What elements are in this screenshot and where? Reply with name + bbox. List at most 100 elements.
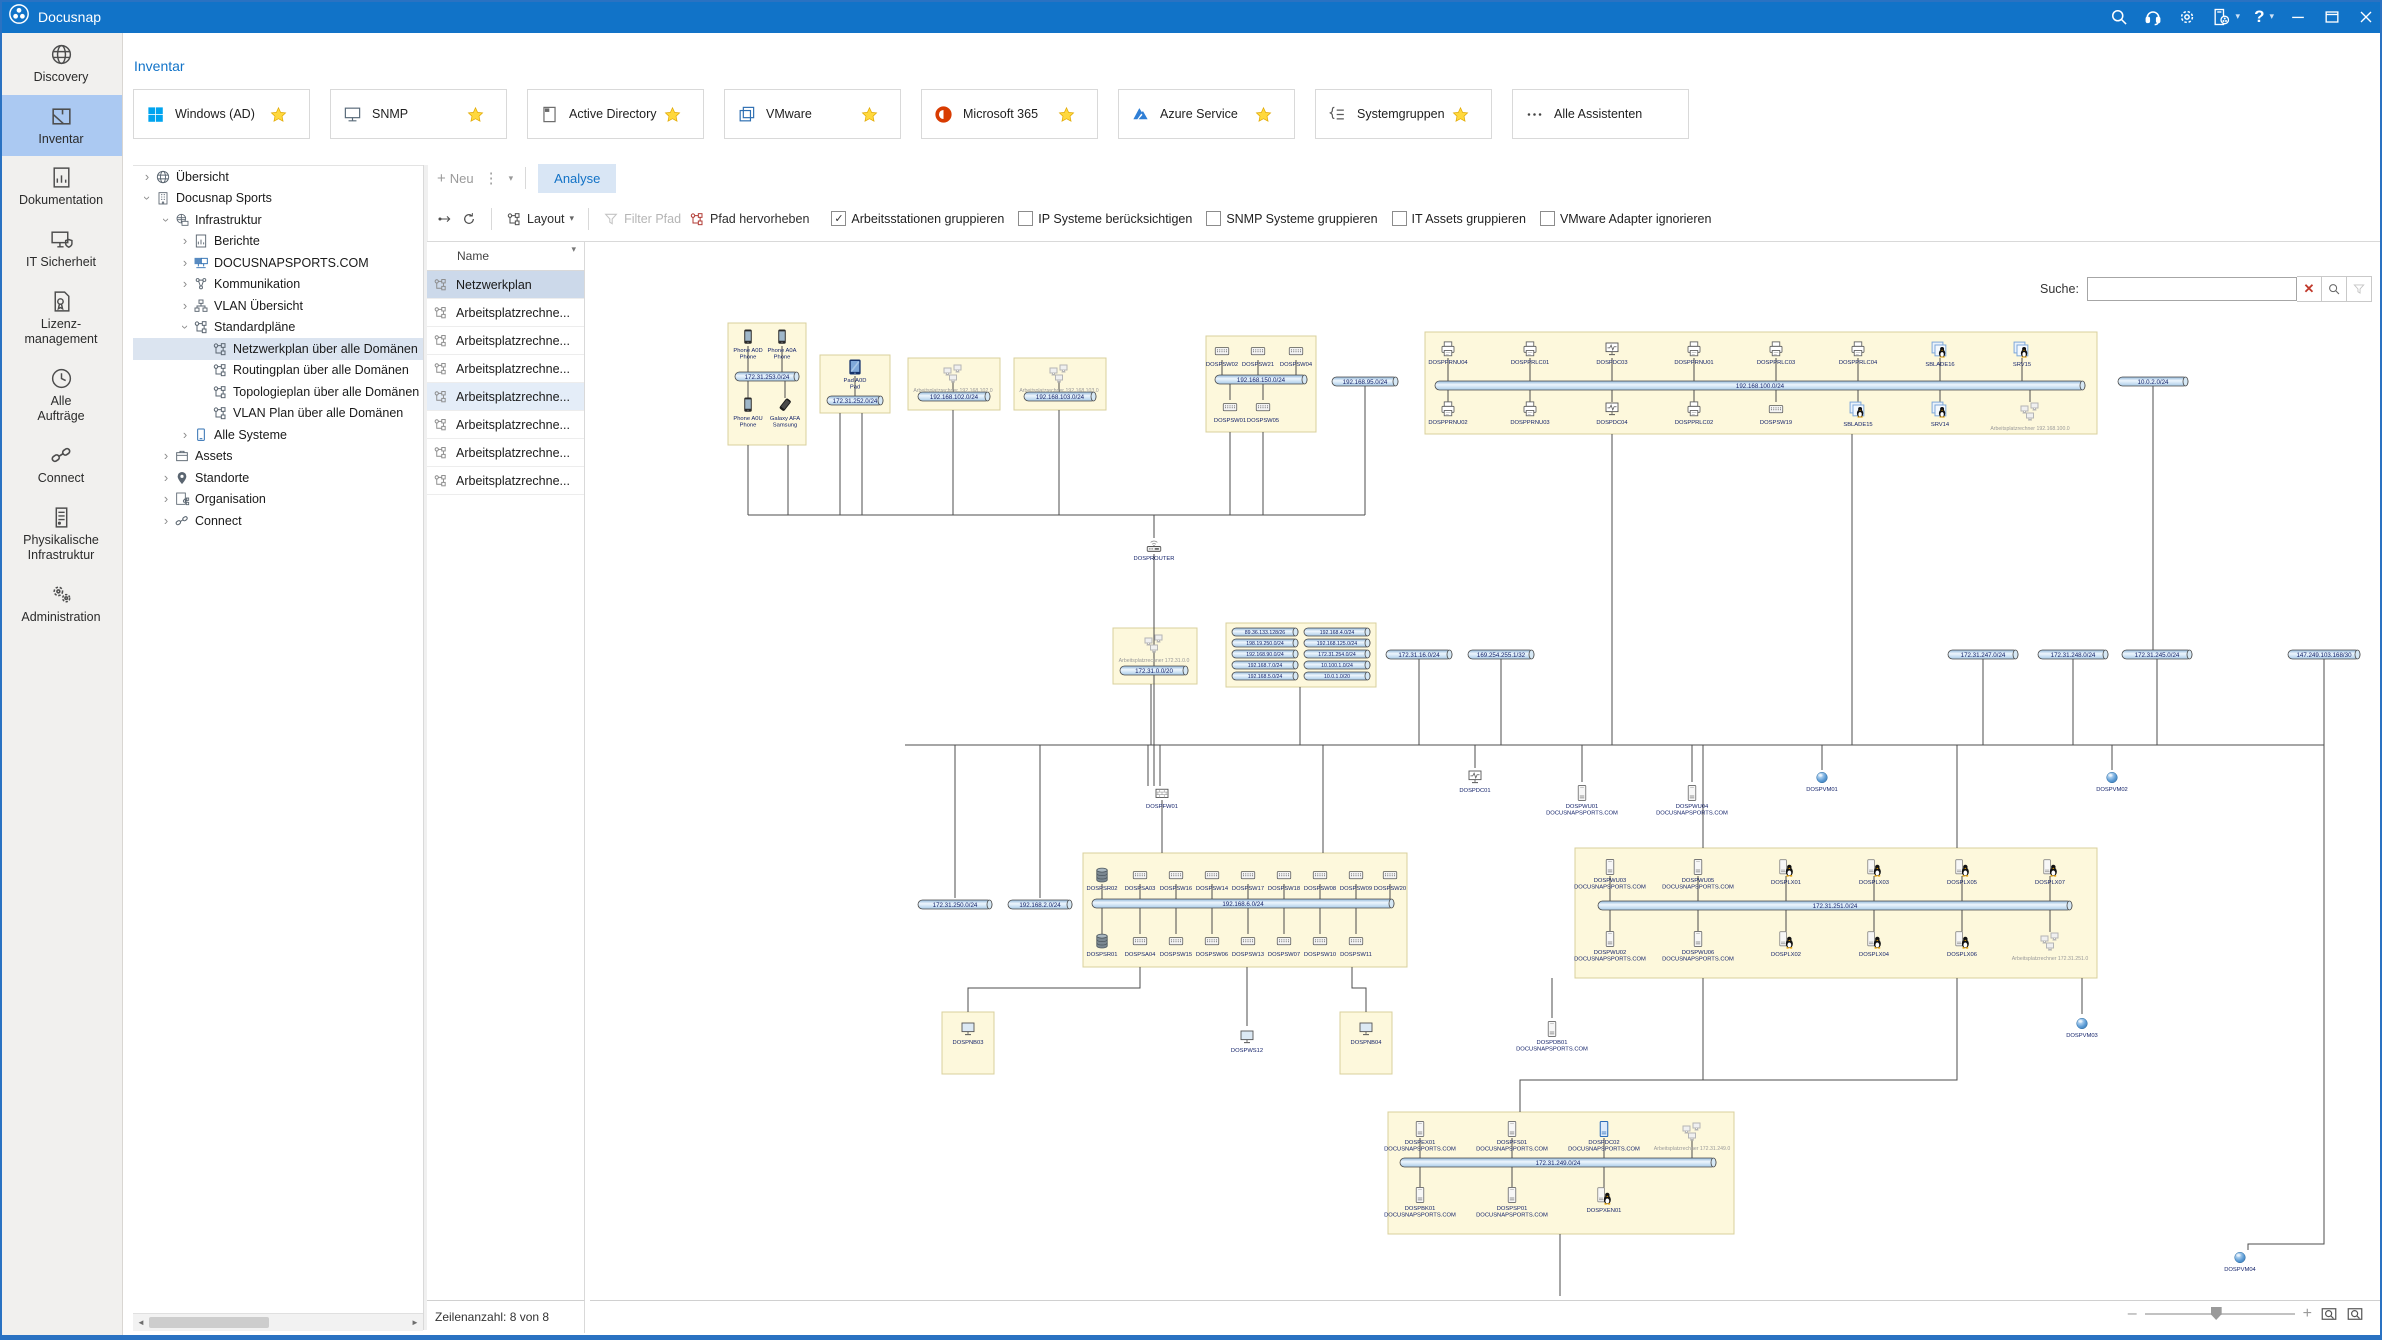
- tree-item-bersicht[interactable]: ›Übersicht: [133, 166, 423, 188]
- favorite-star-icon[interactable]: [1255, 106, 1272, 123]
- tree-item-alle-systeme[interactable]: ›Alle Systeme: [133, 424, 423, 446]
- diagram-node-dospfw01[interactable]: DOSPFW01: [1146, 789, 1178, 810]
- favorite-star-icon[interactable]: [270, 106, 287, 123]
- tree-expander-icon[interactable]: ›: [179, 258, 191, 268]
- tree-horizontal-scrollbar[interactable]: ◄ ►: [133, 1313, 423, 1331]
- wizard-vmware[interactable]: VMware: [724, 89, 901, 139]
- tree-item-infrastruktur[interactable]: ›Infrastruktur: [133, 209, 423, 231]
- pfad-hervorheben-button[interactable]: Pfad hervorheben: [689, 211, 809, 227]
- favorite-star-icon[interactable]: [1058, 106, 1075, 123]
- checkbox-snmp-systeme-gruppieren[interactable]: SNMP Systeme gruppieren: [1206, 211, 1377, 226]
- network-bus[interactable]: 192.168.4.0/24: [1304, 628, 1370, 636]
- diagram-canvas[interactable]: Suche: ✕ 172.31.253.0/24172.31.252.0/241…: [590, 242, 2382, 1300]
- wizard-active-directory[interactable]: Active Directory: [527, 89, 704, 139]
- favorite-star-icon[interactable]: [861, 106, 878, 123]
- network-bus[interactable]: 172.31.249.0/24: [1400, 1158, 1716, 1167]
- sidebar-item-alle-auftr-ge[interactable]: AlleAufträge: [0, 357, 122, 434]
- tree-expander-icon[interactable]: ›: [160, 473, 172, 483]
- map-arrow-button[interactable]: [437, 211, 453, 227]
- breadcrumb[interactable]: Inventar: [134, 58, 185, 74]
- sidebar-item-administration[interactable]: Administration: [0, 573, 122, 635]
- sidebar-item-connect[interactable]: Connect: [0, 434, 122, 496]
- list-row-arbeitsplatzrechne[interactable]: Arbeitsplatzrechne...: [427, 467, 584, 495]
- network-bus[interactable]: 192.168.90.0/24: [1232, 650, 1298, 658]
- tree-expander-icon[interactable]: ›: [160, 516, 172, 526]
- diagram-node-dospvm02[interactable]: DOSPVM02: [2096, 772, 2128, 793]
- diagram-node-dosprouter[interactable]: DOSPROUTER: [1134, 541, 1175, 562]
- list-row-arbeitsplatzrechne[interactable]: Arbeitsplatzrechne...: [427, 383, 584, 411]
- network-bus[interactable]: 10.0.1.0/20: [1304, 672, 1370, 680]
- network-bus[interactable]: 172.31.16.0/24: [1386, 650, 1452, 659]
- tree-expander-icon[interactable]: ›: [180, 321, 190, 333]
- diagram-node-dospws12[interactable]: DOSPWS12: [1231, 1031, 1263, 1054]
- favorite-star-icon[interactable]: [1452, 106, 1469, 123]
- zoom-in-button[interactable]: +: [2303, 1305, 2312, 1323]
- tree-item-vlan-plan-ber-alle-dom-nen[interactable]: VLAN Plan über alle Domänen: [133, 403, 423, 425]
- checkbox-arbeitsstationen-gruppieren[interactable]: ✓Arbeitsstationen gruppieren: [831, 211, 1004, 226]
- search-input[interactable]: [2087, 277, 2297, 301]
- network-bus[interactable]: 172.31.0.0/20: [1120, 666, 1188, 675]
- zoom-slider-thumb[interactable]: [2211, 1307, 2222, 1320]
- tree-expander-icon[interactable]: ›: [160, 451, 172, 461]
- tree-item-docusnap-sports[interactable]: ›Docusnap Sports: [133, 188, 423, 210]
- refresh-button[interactable]: [461, 211, 477, 227]
- network-bus[interactable]: 192.168.125.0/24: [1304, 639, 1370, 647]
- diagram-node-dospvm03[interactable]: DOSPVM03: [2066, 1018, 2098, 1039]
- network-bus[interactable]: 192.168.6.0/24: [1092, 899, 1394, 908]
- run-search-button[interactable]: [2322, 276, 2347, 302]
- list-row-arbeitsplatzrechne[interactable]: Arbeitsplatzrechne...: [427, 355, 584, 383]
- more-options-icon[interactable]: ⋮: [480, 169, 503, 187]
- list-row-arbeitsplatzrechne[interactable]: Arbeitsplatzrechne...: [427, 411, 584, 439]
- tree-expander-icon[interactable]: ›: [160, 494, 172, 504]
- column-filter-icon[interactable]: ▾: [571, 244, 576, 255]
- network-bus[interactable]: 192.168.7.0/24: [1232, 661, 1298, 669]
- network-bus[interactable]: 89.36.133.128/26: [1232, 628, 1298, 636]
- diagram-node-dospwu01[interactable]: DOSPWU01DOCUSNAPSPORTS.COM: [1546, 786, 1618, 817]
- network-bus[interactable]: 172.31.248.0/24: [2038, 650, 2108, 659]
- docusnap-client-icon[interactable]: [2211, 7, 2231, 27]
- diagram-node-dospvm04[interactable]: DOSPVM04: [2224, 1252, 2256, 1273]
- tree-item-standardpl-ne[interactable]: ›Standardpläne: [133, 317, 423, 339]
- scroll-left-icon[interactable]: ◄: [133, 1318, 149, 1327]
- sidebar-item-it-sicherheit[interactable]: IT Sicherheit: [0, 218, 122, 280]
- tab-analyse[interactable]: Analyse: [538, 164, 616, 193]
- wizard-snmp[interactable]: SNMP: [330, 89, 507, 139]
- maximize-button[interactable]: [2322, 7, 2342, 27]
- tree-item-vlan-bersicht[interactable]: ›VLAN Übersicht: [133, 295, 423, 317]
- network-bus[interactable]: 192.168.150.0/24: [1215, 375, 1307, 384]
- network-bus[interactable]: 172.31.250.0/24: [918, 900, 992, 909]
- settings-gear-icon[interactable]: [2177, 7, 2197, 27]
- network-bus[interactable]: 198.19.250.0/24: [1232, 639, 1298, 647]
- network-bus[interactable]: 192.168.5.0/24: [1232, 672, 1298, 680]
- checkbox-vmware-adapter-ignorieren[interactable]: VMware Adapter ignorieren: [1540, 211, 1711, 226]
- wizard-microsoft-365[interactable]: Microsoft 365: [921, 89, 1098, 139]
- zoom-out-button[interactable]: –: [2128, 1305, 2137, 1323]
- list-row-arbeitsplatzrechne[interactable]: Arbeitsplatzrechne...: [427, 299, 584, 327]
- tree-expander-icon[interactable]: ›: [179, 279, 191, 289]
- wizard-azure-service[interactable]: Azure Service: [1118, 89, 1295, 139]
- tree-item-routingplan-ber-alle-dom-nen[interactable]: Routingplan über alle Domänen: [133, 360, 423, 382]
- tree-item-berichte[interactable]: ›Berichte: [133, 231, 423, 253]
- diagram-node-dospvm01[interactable]: DOSPVM01: [1806, 772, 1838, 793]
- network-bus[interactable]: 172.31.252.0/24: [827, 396, 883, 405]
- network-bus[interactable]: 172.31.254.0/24: [1304, 650, 1370, 658]
- tree-item-kommunikation[interactable]: ›Kommunikation: [133, 274, 423, 296]
- tree-expander-icon[interactable]: ›: [179, 236, 191, 246]
- diagram-node-dospdc01[interactable]: DOSPDC01: [1459, 771, 1490, 794]
- wizard-alle-assistenten[interactable]: Alle Assistenten: [1512, 89, 1689, 139]
- close-button[interactable]: [2356, 7, 2376, 27]
- help-button[interactable]: ?: [2254, 7, 2264, 27]
- tree-expander-icon[interactable]: ›: [161, 214, 171, 226]
- diagram-node-dospwu04[interactable]: DOSPWU04DOCUSNAPSPORTS.COM: [1656, 786, 1728, 817]
- network-bus[interactable]: 10.0.2.0/24: [2118, 377, 2188, 386]
- checkbox-ip-systeme-ber-cksichtigen[interactable]: IP Systeme berücksichtigen: [1018, 211, 1192, 226]
- sidebar-item-dokumentation[interactable]: Dokumentation: [0, 156, 122, 218]
- network-bus[interactable]: 192.168.95.0/24: [1332, 377, 1398, 386]
- support-headset-icon[interactable]: [2143, 7, 2163, 27]
- wizard-windows-ad[interactable]: Windows (AD): [133, 89, 310, 139]
- tree-item-topologieplan-ber-alle-dom-nen[interactable]: Topologieplan über alle Domänen: [133, 381, 423, 403]
- tree-expander-icon[interactable]: ›: [142, 192, 152, 204]
- neu-button[interactable]: +Neu: [437, 170, 474, 187]
- network-bus[interactable]: 172.31.247.0/24: [1948, 650, 2018, 659]
- sidebar-item-lizenz-management[interactable]: Lizenz-management: [0, 280, 122, 357]
